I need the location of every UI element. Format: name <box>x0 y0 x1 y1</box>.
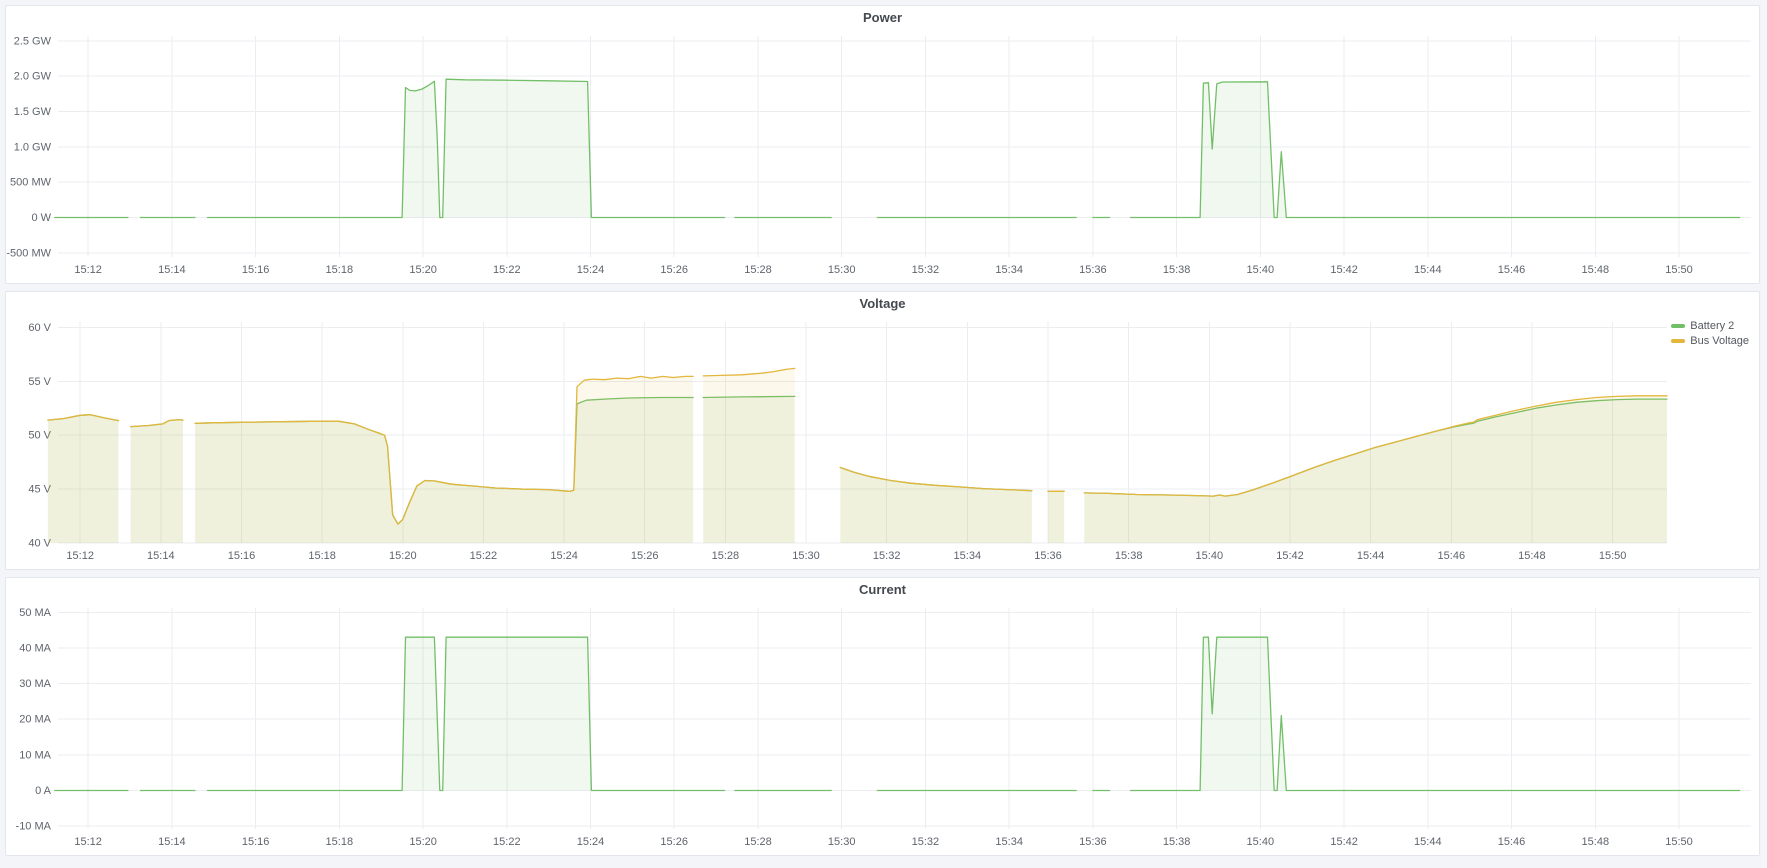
legend-item-bus-voltage[interactable]: Bus Voltage <box>1671 335 1749 347</box>
svg-text:15:28: 15:28 <box>712 550 740 562</box>
svg-text:15:32: 15:32 <box>873 550 901 562</box>
svg-text:15:40: 15:40 <box>1196 550 1224 562</box>
svg-text:15:42: 15:42 <box>1330 264 1358 276</box>
svg-text:15:48: 15:48 <box>1518 550 1546 562</box>
svg-text:15:46: 15:46 <box>1498 264 1526 276</box>
svg-text:15:20: 15:20 <box>409 264 437 276</box>
svg-text:15:26: 15:26 <box>631 550 659 562</box>
svg-text:15:48: 15:48 <box>1582 836 1610 848</box>
svg-text:15:30: 15:30 <box>792 550 820 562</box>
svg-text:15:26: 15:26 <box>660 836 688 848</box>
svg-text:15:38: 15:38 <box>1115 550 1143 562</box>
svg-text:2.0 GW: 2.0 GW <box>14 71 52 83</box>
svg-text:15:28: 15:28 <box>744 264 772 276</box>
svg-text:15:16: 15:16 <box>242 836 270 848</box>
svg-text:15:50: 15:50 <box>1665 264 1693 276</box>
bus-voltage-series-marker-icon <box>1671 339 1685 343</box>
panel-title-voltage[interactable]: Voltage <box>6 292 1759 316</box>
legend-item-battery-2[interactable]: Battery 2 <box>1671 320 1749 332</box>
svg-text:15:38: 15:38 <box>1163 264 1191 276</box>
svg-text:15:20: 15:20 <box>409 836 437 848</box>
svg-text:15:18: 15:18 <box>308 550 336 562</box>
dashboard: Power 2.5 GW 2.0 GW 1.5 GW 1.0 GW 500 MW 0 W -… <box>0 0 1767 868</box>
svg-text:20 MA: 20 MA <box>19 714 51 726</box>
svg-text:15:46: 15:46 <box>1498 836 1526 848</box>
svg-text:15:18: 15:18 <box>326 836 354 848</box>
svg-text:15:42: 15:42 <box>1330 836 1358 848</box>
svg-text:15:42: 15:42 <box>1276 550 1304 562</box>
battery-2-series-marker-icon <box>1671 324 1685 328</box>
svg-text:0 W: 0 W <box>31 212 51 224</box>
svg-text:40 MA: 40 MA <box>19 642 51 654</box>
svg-text:15:48: 15:48 <box>1582 264 1610 276</box>
svg-text:15:20: 15:20 <box>389 550 417 562</box>
panel-title-power[interactable]: Power <box>6 6 1759 30</box>
legend-label-battery-2: Battery 2 <box>1690 320 1734 332</box>
voltage-chart[interactable]: 60 V55 V50 V45 V40 V15:1215:1415:1615:18… <box>6 316 1759 569</box>
svg-text:15:22: 15:22 <box>493 264 521 276</box>
svg-text:15:12: 15:12 <box>74 264 102 276</box>
panel-power: Power 2.5 GW 2.0 GW 1.5 GW 1.0 GW 500 MW 0 W -… <box>5 5 1760 284</box>
svg-text:15:44: 15:44 <box>1414 836 1442 848</box>
svg-text:15:12: 15:12 <box>66 550 94 562</box>
svg-text:60 V: 60 V <box>28 322 51 334</box>
svg-text:15:14: 15:14 <box>158 264 186 276</box>
svg-text:-500 MW: -500 MW <box>6 247 51 259</box>
svg-text:15:22: 15:22 <box>470 550 498 562</box>
panel-current: Current 50 MA 40 MA 30 MA 20 MA 10 MA 0 A -10 … <box>5 577 1760 856</box>
svg-text:500 MW: 500 MW <box>10 177 52 189</box>
svg-text:15:26: 15:26 <box>660 264 688 276</box>
svg-text:15:18: 15:18 <box>326 264 354 276</box>
svg-text:15:36: 15:36 <box>1079 836 1107 848</box>
svg-text:15:36: 15:36 <box>1079 264 1107 276</box>
legend-label-bus-voltage: Bus Voltage <box>1690 335 1749 347</box>
svg-text:15:24: 15:24 <box>577 264 605 276</box>
svg-text:15:32: 15:32 <box>912 836 940 848</box>
svg-text:15:28: 15:28 <box>744 836 772 848</box>
panel-voltage: Voltage 60 V55 V50 V45 V40 V15:1215:1415… <box>5 291 1760 570</box>
current-chart[interactable]: 50 MA 40 MA 30 MA 20 MA 10 MA 0 A -10 MA 15:12 1… <box>6 602 1759 855</box>
svg-text:15:38: 15:38 <box>1163 836 1191 848</box>
svg-text:15:36: 15:36 <box>1034 550 1062 562</box>
svg-text:15:16: 15:16 <box>242 264 270 276</box>
svg-text:15:46: 15:46 <box>1438 550 1466 562</box>
svg-text:15:14: 15:14 <box>158 836 186 848</box>
panel-title-current[interactable]: Current <box>6 578 1759 602</box>
svg-text:15:30: 15:30 <box>828 836 856 848</box>
svg-text:15:24: 15:24 <box>577 836 605 848</box>
svg-text:15:34: 15:34 <box>954 550 982 562</box>
svg-text:30 MA: 30 MA <box>19 678 51 690</box>
svg-text:15:14: 15:14 <box>147 550 175 562</box>
svg-text:15:44: 15:44 <box>1357 550 1385 562</box>
svg-text:55 V: 55 V <box>28 376 51 388</box>
svg-text:15:50: 15:50 <box>1599 550 1627 562</box>
svg-text:15:12: 15:12 <box>74 836 102 848</box>
svg-text:0 A: 0 A <box>35 785 52 797</box>
svg-text:15:24: 15:24 <box>550 550 578 562</box>
svg-text:2.5 GW: 2.5 GW <box>14 35 52 47</box>
svg-text:10 MA: 10 MA <box>19 749 51 761</box>
svg-text:15:34: 15:34 <box>995 264 1023 276</box>
svg-text:15:22: 15:22 <box>493 836 521 848</box>
svg-text:15:32: 15:32 <box>912 264 940 276</box>
power-chart[interactable]: 2.5 GW 2.0 GW 1.5 GW 1.0 GW 500 MW 0 W -500 MW… <box>6 30 1759 283</box>
svg-text:1.5 GW: 1.5 GW <box>14 106 52 118</box>
svg-text:15:44: 15:44 <box>1414 264 1442 276</box>
svg-text:15:34: 15:34 <box>995 836 1023 848</box>
svg-text:15:30: 15:30 <box>828 264 856 276</box>
svg-text:1.0 GW: 1.0 GW <box>14 141 52 153</box>
svg-text:-10 MA: -10 MA <box>16 821 52 833</box>
svg-text:15:40: 15:40 <box>1247 264 1275 276</box>
voltage-legend: Battery 2 Bus Voltage <box>1671 320 1749 347</box>
svg-text:50 MA: 50 MA <box>19 607 51 619</box>
svg-text:15:16: 15:16 <box>228 550 256 562</box>
svg-text:15:40: 15:40 <box>1247 836 1275 848</box>
svg-text:15:50: 15:50 <box>1665 836 1693 848</box>
